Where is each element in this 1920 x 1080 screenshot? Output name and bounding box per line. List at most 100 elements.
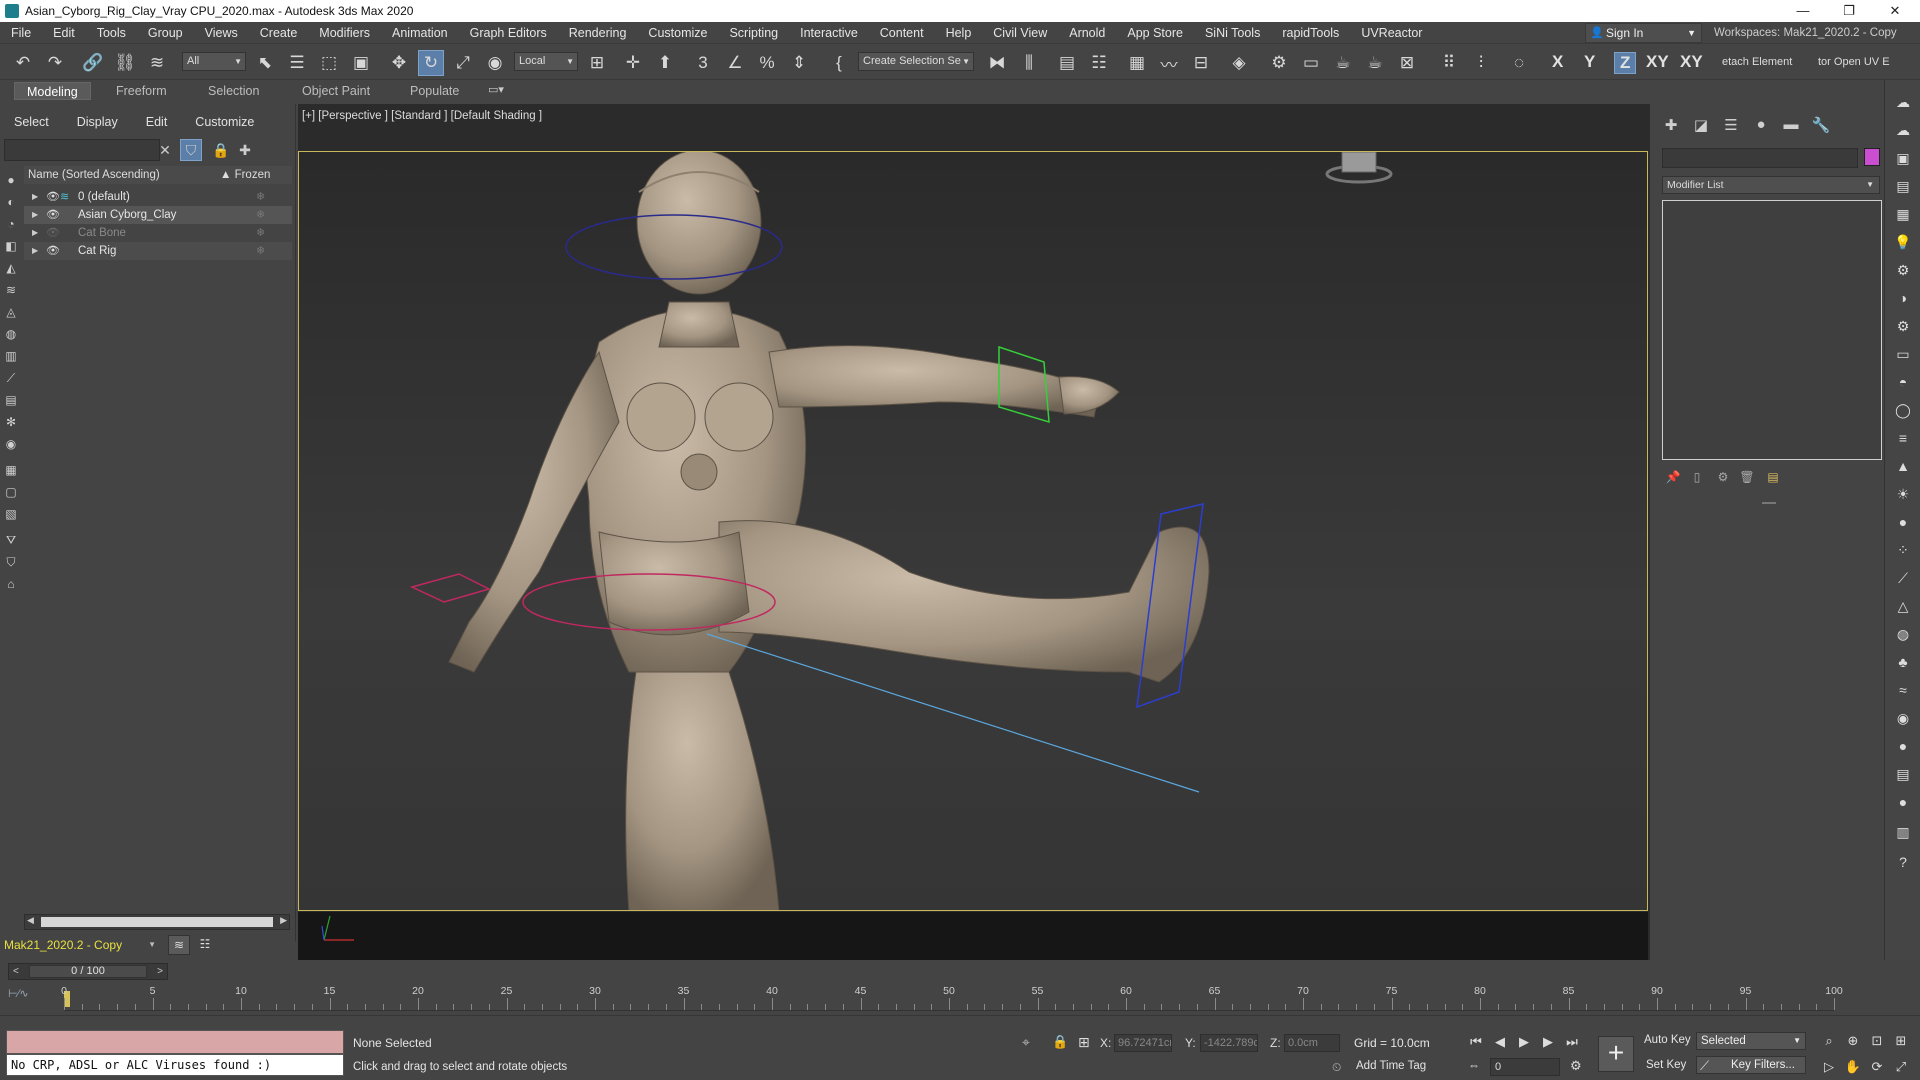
axis-y-button[interactable]: Y [1584, 52, 1595, 72]
document-icon[interactable]: ▤ [1893, 176, 1913, 196]
display-none-icon[interactable]: ● [3, 172, 19, 188]
list-icon[interactable]: ▥ [1893, 822, 1913, 842]
motion-panel-icon[interactable]: ● [1750, 116, 1772, 136]
ribbon-options-icon[interactable]: ▭▾ [488, 83, 504, 96]
material-editor-icon[interactable]: ◈ [1226, 50, 1252, 76]
scrollbar-thumb[interactable] [41, 917, 273, 927]
go-to-start-icon[interactable]: ⏮ [1466, 1032, 1486, 1052]
display-spacewarps-icon[interactable]: ◬ [3, 304, 19, 320]
axis-xy-button[interactable]: XY [1646, 52, 1669, 72]
minimize-icon[interactable]: — [1780, 0, 1826, 22]
modifier-list-dropdown[interactable]: Modifier List ▼ [1662, 176, 1880, 194]
restore-icon[interactable]: ❐ [1826, 0, 1872, 22]
utilities-panel-icon[interactable]: 🔧 [1810, 116, 1832, 136]
next-frame-icon[interactable]: ▶ [1538, 1032, 1558, 1052]
select-and-scale-icon[interactable]: ⤢ [450, 50, 476, 76]
tube-icon[interactable]: ⟋ [1893, 568, 1913, 588]
left-hand-control[interactable] [409, 573, 492, 603]
close-icon[interactable]: ✕ [1872, 0, 1918, 22]
sign-in-dropdown[interactable]: 👤 Sign In ▼ [1585, 23, 1702, 43]
current-layer-dropdown[interactable]: Mak21_2020.2 - Copy ▼ [4, 935, 160, 955]
light-bulb-icon[interactable]: 💡 [1893, 232, 1913, 252]
display-geometry-icon[interactable]: ◐ [3, 194, 19, 210]
material-ball-icon[interactable]: ◉ [1893, 708, 1913, 728]
display-xrefs-icon[interactable]: ▥ [3, 348, 19, 364]
mirror-icon[interactable]: ⧓ [984, 50, 1010, 76]
visibility-eye-icon[interactable]: 👁 [46, 188, 60, 206]
make-unique-icon[interactable]: ⚙ [1714, 470, 1732, 488]
menu-help[interactable]: Help [935, 22, 983, 44]
camera-icon[interactable]: ⚙ [1893, 260, 1913, 280]
menu-edit[interactable]: Edit [42, 22, 86, 44]
viewport-active-frame[interactable] [298, 151, 1648, 911]
configure-modifier-sets-icon[interactable]: ▤ [1764, 470, 1782, 488]
expand-triangle-icon[interactable]: ▶ [32, 188, 38, 206]
tab-modeling[interactable]: Modeling [14, 82, 91, 100]
column-name-header[interactable]: Name (Sorted Ascending) [28, 166, 160, 184]
field-of-view-icon[interactable]: ▷ [1820, 1058, 1838, 1076]
menu-rendering[interactable]: Rendering [558, 22, 638, 44]
cloud-icon[interactable]: ☁ [1893, 120, 1913, 140]
sun-icon[interactable]: ☀ [1893, 484, 1913, 504]
open-uv-editor-button[interactable]: tor Open UV E [1818, 56, 1890, 68]
rendered-frame-window-icon[interactable]: ▭ [1298, 50, 1324, 76]
blue-sphere-icon[interactable]: ● [1893, 736, 1913, 756]
select-object-icon[interactable]: ⬉ [252, 50, 278, 76]
menu-tools[interactable]: Tools [86, 22, 137, 44]
time-slider-track[interactable]: < 0 / 100 > [8, 963, 168, 980]
scene-row-cat-bone[interactable]: ▶ 👁 Cat Bone ❄ [24, 224, 292, 242]
menu-uvreactor[interactable]: UVReactor [1350, 22, 1433, 44]
go-to-end-icon[interactable]: ⏭ [1562, 1032, 1582, 1052]
fur-icon[interactable]: ≡ [1893, 428, 1913, 448]
key-filters-button[interactable]: Key Filters... [1696, 1056, 1806, 1074]
freeze-snowflake-icon[interactable]: ❄ [256, 242, 265, 260]
display-hidden-icon[interactable]: ◉ [3, 436, 19, 452]
display-shapes-icon[interactable]: ◔ [3, 216, 19, 232]
explorer-menu-edit[interactable]: Edit [132, 112, 182, 132]
select-and-place-icon[interactable]: ◉ [482, 50, 508, 76]
tab-populate[interactable]: Populate [398, 82, 471, 100]
create-panel-icon[interactable]: ✚ [1660, 116, 1682, 136]
manipulate-icon[interactable]: ✛ [620, 50, 646, 76]
render-iterative-icon[interactable]: ☕ [1362, 50, 1388, 76]
display-lights-icon[interactable]: ◧ [3, 238, 19, 254]
explorer-horizontal-scrollbar[interactable]: ◀ ▶ [24, 914, 290, 930]
axis-x-button[interactable]: X [1552, 52, 1563, 72]
layer-manager-icon[interactable]: ≋ [168, 935, 190, 955]
freeze-snowflake-icon[interactable]: ❄ [256, 224, 265, 242]
plane-icon[interactable]: ▭ [1893, 344, 1913, 364]
maximize-viewport-icon[interactable]: ⤢ [1892, 1058, 1910, 1076]
cone-icon[interactable]: ▲ [1893, 456, 1913, 476]
scene-row-layer-default[interactable]: ▶ 👁 ≋ 0 (default) ❄ [24, 188, 292, 206]
hierarchy-panel-icon[interactable]: ☰ [1720, 116, 1742, 136]
window-crossing-icon[interactable]: ▣ [348, 50, 374, 76]
auto-key-button[interactable]: Auto Key [1644, 1034, 1691, 1046]
expand-triangle-icon[interactable]: ▶ [32, 242, 38, 260]
add-layer-icon[interactable]: ✚ [234, 139, 256, 161]
help-icon[interactable]: ? [1893, 852, 1913, 872]
reference-coordinate-dropdown[interactable]: Local ▼ [514, 52, 578, 71]
axis-z-button[interactable]: Z [1614, 52, 1637, 74]
frame-buffer-icon[interactable]: ▣ [1893, 148, 1913, 168]
menu-customize[interactable]: Customize [637, 22, 718, 44]
display-frozen-icon[interactable]: ✻ [3, 414, 19, 430]
freeze-snowflake-icon[interactable]: ❄ [256, 188, 265, 206]
hidden-eye-icon[interactable]: 👁 [46, 224, 60, 242]
zoom-extents-all-icon[interactable]: ⊞ [1892, 1032, 1910, 1050]
show-end-result-icon[interactable]: ▯ [1688, 470, 1706, 488]
link-icon[interactable]: 🔗 [80, 50, 106, 76]
unlink-icon[interactable]: ⛓ [112, 50, 138, 76]
z-coord-field[interactable]: 0.0cm [1284, 1034, 1340, 1052]
set-key-button[interactable]: Set Key [1646, 1059, 1686, 1071]
tab-freeform[interactable]: Freeform [104, 82, 179, 100]
menu-app-store[interactable]: App Store [1116, 22, 1194, 44]
pivot-center-icon[interactable]: ⊞ [584, 50, 610, 76]
gear-red-icon[interactable]: ⚙ [1893, 316, 1913, 336]
explorer-menu-display[interactable]: Display [63, 112, 132, 132]
time-slider[interactable]: < 0 / 100 > [4, 963, 1884, 981]
schematic-view-icon[interactable]: ⊟ [1188, 50, 1214, 76]
tab-selection[interactable]: Selection [196, 82, 271, 100]
default-tangents-icon[interactable]: ⟋ [1700, 1058, 1709, 1074]
lock-icon[interactable]: 🔒 [210, 139, 232, 161]
percent-snap-icon[interactable]: % [754, 50, 780, 76]
